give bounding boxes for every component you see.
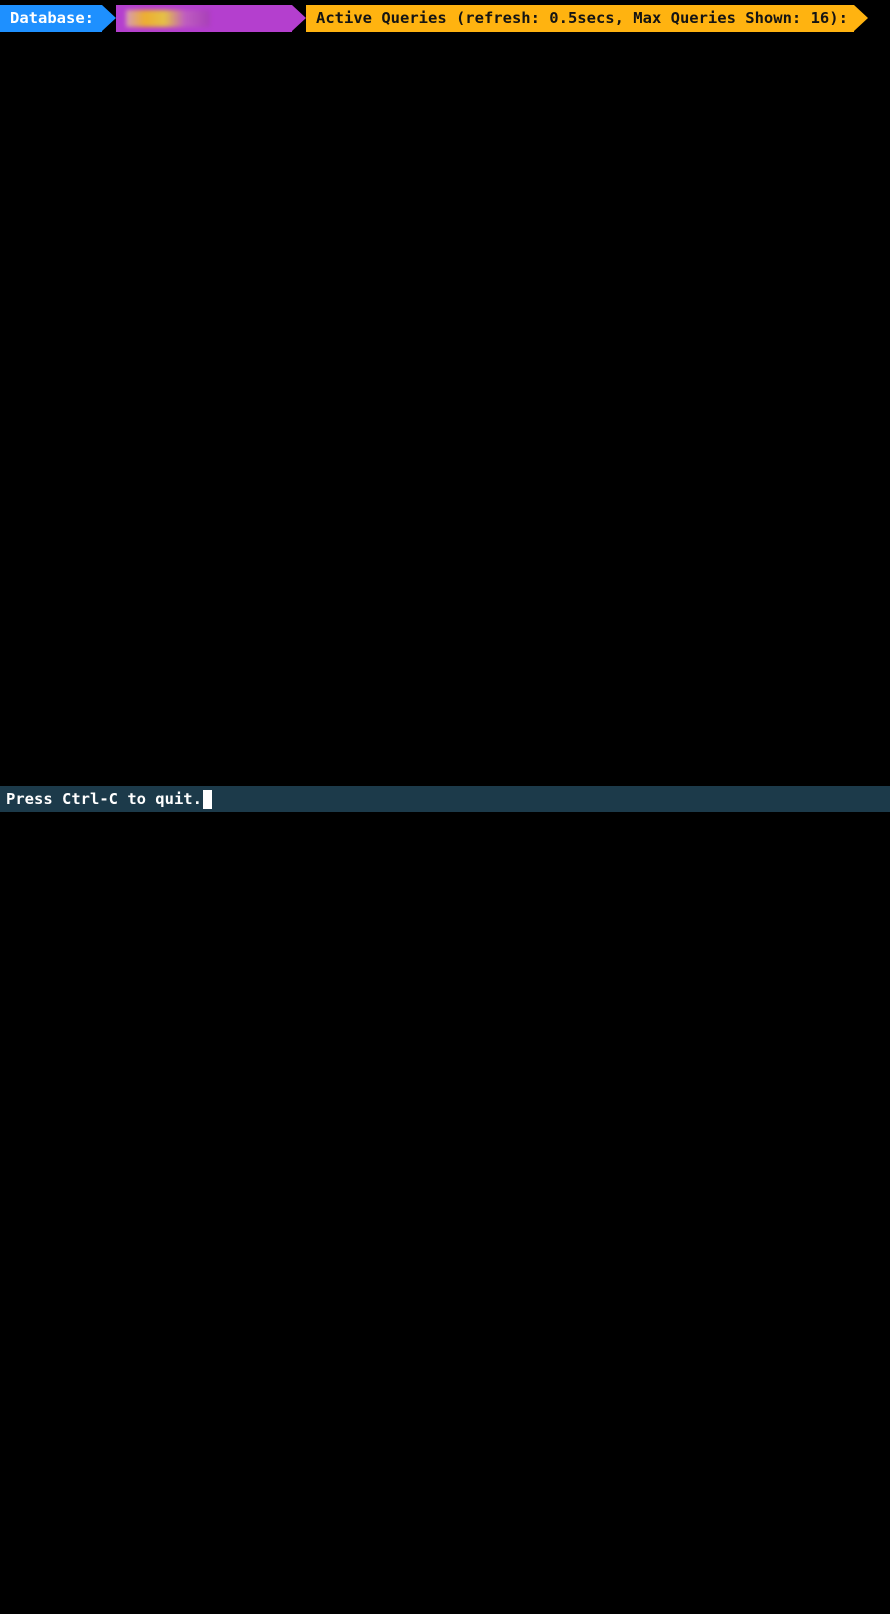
- database-name-1: [116, 5, 292, 32]
- table-row[interactable]: 19069 | 172.32:16316 | active | |: [0, 206, 890, 227]
- status-bar-text: Press Ctrl-C to quit.: [6, 790, 202, 808]
- table-row[interactable]: 5636 | 10.10./32:24581 | active | 00:00:…: [0, 1004, 890, 1025]
- table-row[interactable]: 6032 | 10.10./32:46837 | active | 00:00:…: [0, 1172, 890, 1193]
- table-row[interactable]: 11666 | | active | 01:00:50.898285 | aut…: [0, 815, 890, 836]
- table-row[interactable]: 5536 | 10.10./32:54956 | active | 00:00:…: [0, 1088, 890, 1109]
- table-header-row-1: pid | client | state | duration | query: [0, 101, 890, 122]
- database-label-1: Database:: [0, 5, 102, 32]
- status-bar: Press Ctrl-C to quit.: [0, 786, 890, 812]
- queries-table-1: pid | client | state | duration | query …: [0, 38, 890, 1614]
- panel-1-title: Active Queries (refresh: 0.5secs, Max Qu…: [306, 5, 854, 32]
- table-row[interactable]: 27035 | 10.10.2:59587 | active | 00:00:0…: [0, 1424, 890, 1445]
- text-cursor: [202, 789, 212, 809]
- powerline-arrow-blue-1: [102, 5, 116, 31]
- powerline-arrow-orange-1: [853, 5, 868, 31]
- redacted-database-name-1: [126, 10, 210, 27]
- panel-1-header: Database: Active Queries (refresh: 0.5se…: [0, 5, 890, 32]
- terminal-screen: Database: Active Queries (refresh: 0.5se…: [0, 5, 890, 812]
- table-row[interactable]: 20566 | 10.10.2:24593 | active | -00:00:…: [0, 1613, 890, 1614]
- table-row[interactable]: 26320 | 10.10.32:57713 | active | -00:00…: [0, 1529, 890, 1550]
- table-row[interactable]: 5537 | 10.10./32:8876 | active | 00:00:0…: [0, 1256, 890, 1277]
- table-row[interactable]: 6031 | 10.10./32:55831 | active | 00:00:…: [0, 920, 890, 941]
- table-row[interactable]: 29311 | 10.10.2:58516 | active | 07:44:0…: [0, 521, 890, 542]
- powerline-arrow-purple-1: [292, 5, 306, 31]
- table-row[interactable]: 660 | 172.32:43534 | active | |: [0, 311, 890, 332]
- table-row[interactable]: 22660 | 10.10./32:42844 | active | 00:00…: [0, 1340, 890, 1361]
- table-row[interactable]: 13290 | 10.10.46914 | idle in tr | 04:00…: [0, 710, 890, 731]
- table-row[interactable]: 13290 | 10.10.46914 | idle in tr | 04:00…: [0, 626, 890, 647]
- table-row[interactable]: 16544 | 172.2:60204 | active | |: [0, 416, 890, 437]
